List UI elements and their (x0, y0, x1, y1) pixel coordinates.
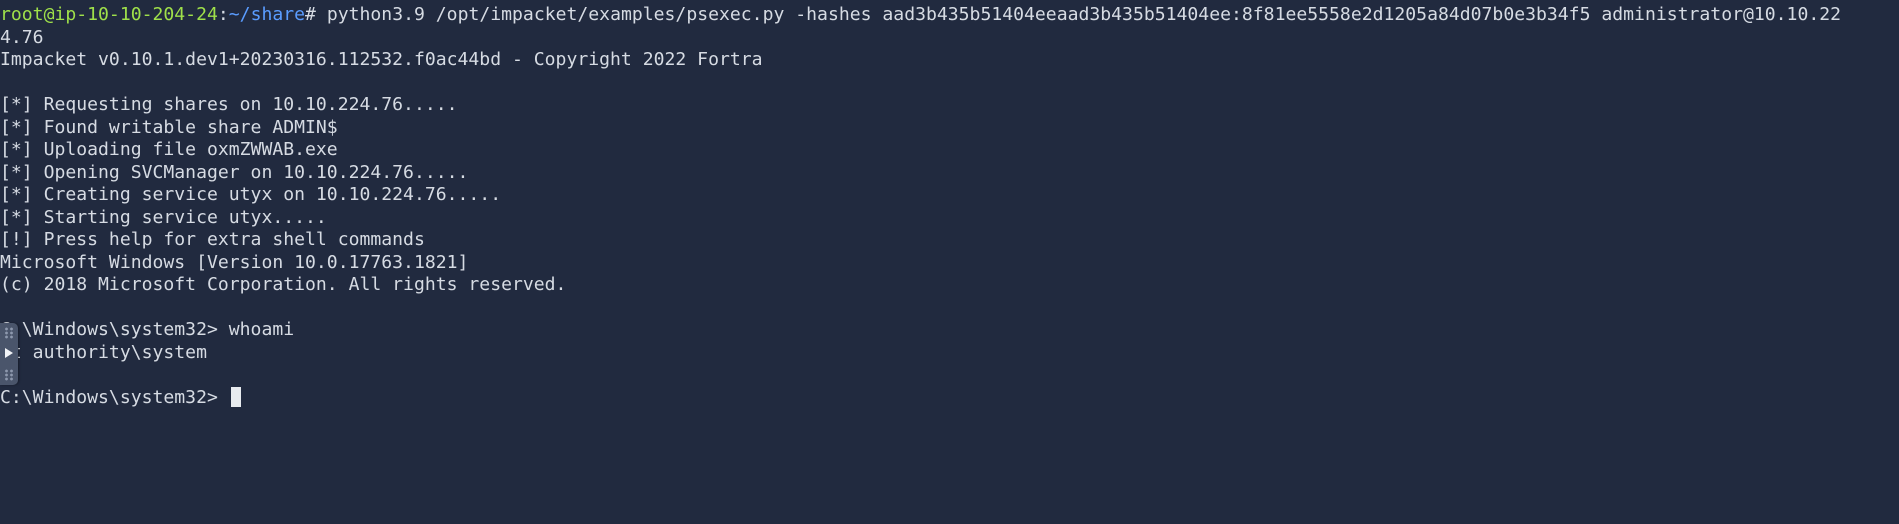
terminal-output: root@ip-10-10-204-24:~/share# python3.9 … (0, 4, 1899, 409)
current-prompt: C:\Windows\system32> (0, 386, 229, 408)
output-line: (c) 2018 Microsoft Corporation. All righ… (0, 274, 567, 295)
prompt-user-host: root@ip-10-10-204-24 (0, 4, 218, 25)
prompt-path: ~/share (228, 4, 306, 25)
output-line: [*] Starting service utyx..... (0, 206, 327, 228)
grip-dots-icon (4, 327, 14, 339)
output-line: [*] Opening SVCManager on 10.10.224.76..… (0, 161, 469, 183)
side-panel-handle[interactable] (0, 323, 18, 385)
output-line: C:\Windows\system32> whoami (0, 319, 295, 340)
output-line: [!] Press help for extra shell commands (0, 229, 425, 250)
output-line: [*] Uploading file oxmZWWAB.exe (0, 139, 338, 160)
current-prompt-line[interactable]: C:\Windows\system32> (0, 386, 1899, 410)
output-line: [*] Found writable share ADMIN$ (0, 116, 338, 138)
output-line: Microsoft Windows [Version 10.0.17763.18… (0, 251, 469, 273)
text-cursor (230, 386, 241, 407)
terminal-window[interactable]: root@ip-10-10-204-24:~/share# python3.9 … (0, 0, 1899, 524)
output-line: 4.76 (0, 26, 44, 48)
output-line: Impacket v0.10.1.dev1+20230316.112532.f0… (0, 49, 763, 70)
command-line: root@ip-10-10-204-24:~/share# python3.9 … (0, 4, 1899, 27)
prompt-separator: : (217, 4, 229, 25)
expand-arrow-icon (5, 348, 13, 358)
output-line: [*] Requesting shares on 10.10.224.76...… (0, 94, 458, 115)
grip-dots-icon (4, 369, 14, 381)
output-line: nt authority\system (0, 341, 207, 363)
output-line: [*] Creating service utyx on 10.10.224.7… (0, 184, 502, 205)
command-text: python3.9 /opt/impacket/examples/psexec.… (326, 4, 1842, 25)
prompt-symbol: # (305, 4, 327, 25)
